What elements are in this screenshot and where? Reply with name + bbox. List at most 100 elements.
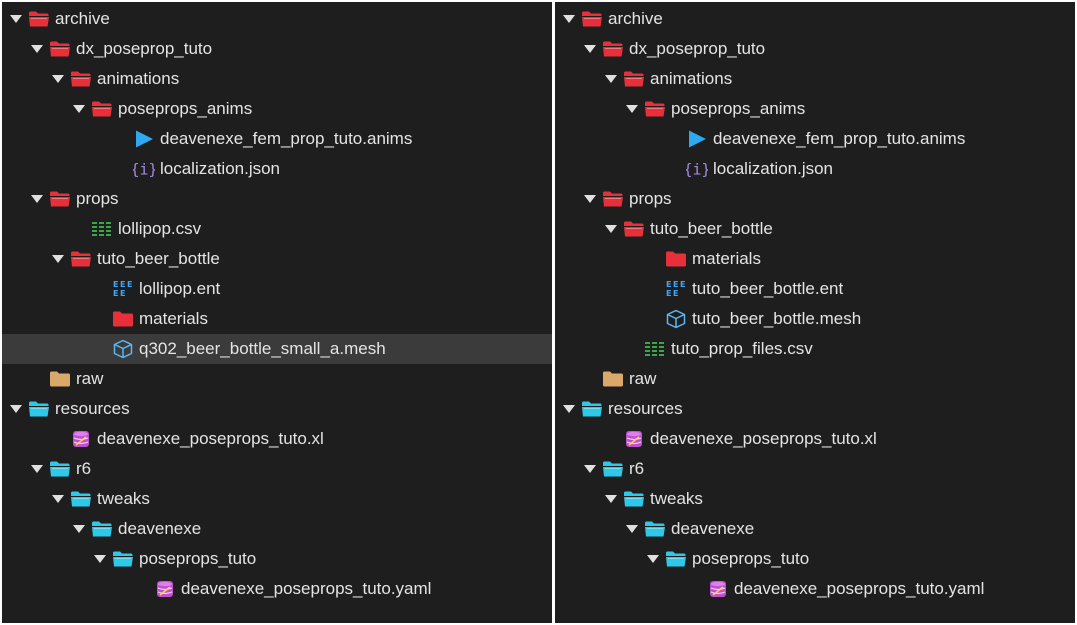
tree-item[interactable]: animations: [2, 64, 552, 94]
svg-text:E: E: [666, 280, 671, 289]
tree-item[interactable]: dx_poseprop_tuto: [555, 34, 1075, 64]
tree-item-label: deavenexe_fem_prop_tuto.anims: [160, 129, 413, 148]
tree-item[interactable]: tweaks: [2, 484, 552, 514]
tree-item-label: props: [76, 189, 119, 208]
tree-item[interactable]: tuto_beer_bottle.mesh: [555, 304, 1075, 334]
json-braces-icon: {i}: [686, 159, 708, 179]
tree-item[interactable]: deavenexe_poseprops_tuto.xl: [2, 424, 552, 454]
tree-item[interactable]: animations: [555, 64, 1075, 94]
chevron-down-icon[interactable]: [561, 401, 577, 417]
folder-red-open-icon: [623, 69, 645, 89]
tree-item[interactable]: resources: [555, 394, 1075, 424]
tree-item[interactable]: raw: [555, 364, 1075, 394]
chevron-down-icon[interactable]: [561, 11, 577, 27]
tree-item[interactable]: materials: [2, 304, 552, 334]
tree-item-label: raw: [629, 369, 657, 388]
tree-item[interactable]: tuto_beer_bottle: [555, 214, 1075, 244]
tree-item[interactable]: deavenexe: [2, 514, 552, 544]
chevron-down-icon[interactable]: [603, 71, 619, 87]
chevron-down-icon[interactable]: [50, 251, 66, 267]
folder-cyan-open-icon: [70, 489, 92, 509]
tree-item[interactable]: poseprops_anims: [555, 94, 1075, 124]
tree-item[interactable]: {i} localization.json: [2, 154, 552, 184]
tree-item[interactable]: props: [2, 184, 552, 214]
tree-item[interactable]: archive: [555, 4, 1075, 34]
chevron-down-icon[interactable]: [582, 461, 598, 477]
folder-cyan-open-icon: [28, 399, 50, 419]
tree-item-label: dx_poseprop_tuto: [629, 39, 766, 58]
tree-item[interactable]: EEE EE tuto_beer_bottle.ent: [555, 274, 1075, 304]
chevron-down-icon[interactable]: [624, 101, 640, 117]
folder-red-open-icon: [602, 189, 624, 209]
tree-item[interactable]: poseprops_tuto: [555, 544, 1075, 574]
tree-item-label: poseprops_anims: [671, 99, 806, 118]
chevron-down-icon[interactable]: [8, 401, 24, 417]
tree-item[interactable]: resources: [2, 394, 552, 424]
chevron-down-icon[interactable]: [92, 551, 108, 567]
tree-item[interactable]: r6: [2, 454, 552, 484]
chevron-down-icon[interactable]: [645, 551, 661, 567]
tree-item[interactable]: {i} localization.json: [555, 154, 1075, 184]
tree-item[interactable]: lollipop.csv: [2, 214, 552, 244]
chevron-down-icon[interactable]: [582, 191, 598, 207]
tree-item-label: animations: [97, 69, 180, 88]
tree-item[interactable]: poseprops_tuto: [2, 544, 552, 574]
tree-item[interactable]: deavenexe_fem_prop_tuto.anims: [555, 124, 1075, 154]
tree-item[interactable]: raw: [2, 364, 552, 394]
tree-item[interactable]: dx_poseprop_tuto: [2, 34, 552, 64]
tree-item[interactable]: deavenexe_poseprops_tuto.yaml: [2, 574, 552, 604]
tree-item-label: tweaks: [650, 489, 703, 508]
tree-item[interactable]: deavenexe_fem_prop_tuto.anims: [2, 124, 552, 154]
chevron-down-icon[interactable]: [71, 101, 87, 117]
chevron-down-icon[interactable]: [603, 491, 619, 507]
tree-item[interactable]: tuto_prop_files.csv: [555, 334, 1075, 364]
tree-item-label: deavenexe_fem_prop_tuto.anims: [713, 129, 966, 148]
tree-item-label: deavenexe_poseprops_tuto.xl: [97, 429, 324, 448]
chevron-down-icon[interactable]: [8, 11, 24, 27]
tree-item-label: poseprops_anims: [118, 99, 253, 118]
tree-item-label: deavenexe: [671, 519, 755, 538]
tree-item-label: archive: [55, 9, 110, 28]
tree-item-label: localization.json: [160, 159, 281, 178]
folder-cyan-open-icon: [49, 459, 71, 479]
tree-item[interactable]: archive: [2, 4, 552, 34]
tree-item[interactable]: tweaks: [555, 484, 1075, 514]
chevron-down-icon[interactable]: [603, 221, 619, 237]
chevron-down-icon[interactable]: [582, 41, 598, 57]
svg-text:{i}: {i}: [686, 161, 708, 179]
folder-red-open-icon: [644, 99, 666, 119]
tree-item[interactable]: poseprops_anims: [2, 94, 552, 124]
tree-item[interactable]: deavenexe_poseprops_tuto.yaml: [555, 574, 1075, 604]
chevron-down-icon[interactable]: [50, 491, 66, 507]
tree-item-label: poseprops_tuto: [139, 549, 257, 568]
chevron-down-icon[interactable]: [71, 521, 87, 537]
tree-item[interactable]: tuto_beer_bottle: [2, 244, 552, 274]
folder-red-closed-icon: [665, 249, 687, 269]
tree-item[interactable]: EEE EE lollipop.ent: [2, 274, 552, 304]
chevron-down-icon[interactable]: [29, 41, 45, 57]
tree-item-label: raw: [76, 369, 104, 388]
tree-item-label: deavenexe_poseprops_tuto.yaml: [181, 579, 432, 598]
tree-item[interactable]: deavenexe_poseprops_tuto.xl: [555, 424, 1075, 454]
folder-red-open-icon: [49, 189, 71, 209]
chevron-down-icon[interactable]: [624, 521, 640, 537]
tree-item[interactable]: q302_beer_bottle_small_a.mesh: [2, 334, 552, 364]
chevron-down-icon[interactable]: [29, 191, 45, 207]
folder-red-open-icon: [70, 69, 92, 89]
tree-item-label: tuto_prop_files.csv: [671, 339, 813, 358]
tree-item[interactable]: deavenexe: [555, 514, 1075, 544]
tree-item-label: animations: [650, 69, 733, 88]
tree-item[interactable]: r6: [555, 454, 1075, 484]
database-icon: [623, 429, 645, 449]
tree-item-label: materials: [139, 309, 208, 328]
tree-item[interactable]: materials: [555, 244, 1075, 274]
chevron-down-icon[interactable]: [29, 461, 45, 477]
tree-item[interactable]: props: [555, 184, 1075, 214]
chevron-down-icon[interactable]: [50, 71, 66, 87]
folder-red-closed-icon: [112, 309, 134, 329]
